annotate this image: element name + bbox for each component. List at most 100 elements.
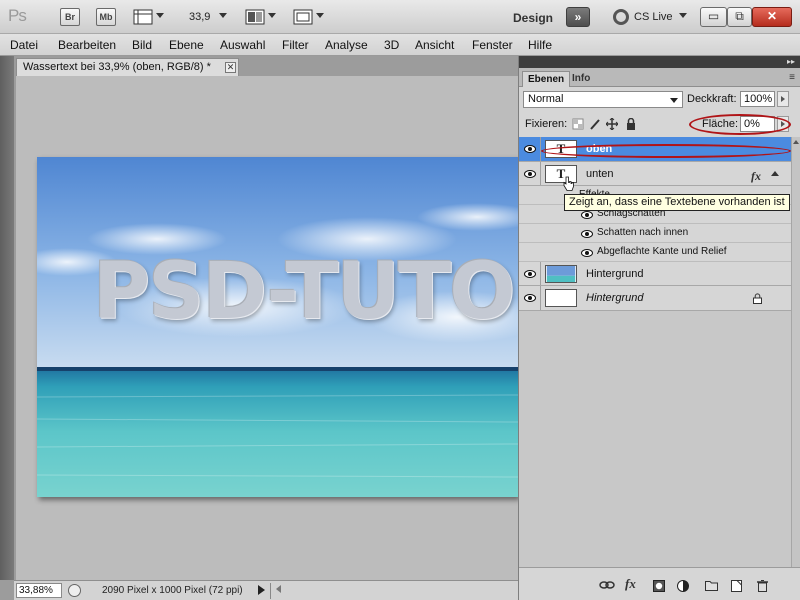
- status-menu-arrow-icon[interactable]: [258, 585, 265, 595]
- cs-live-label[interactable]: CS Live: [634, 11, 673, 23]
- panel-footer: fx: [519, 567, 800, 600]
- scroll-left-icon[interactable]: [276, 585, 281, 593]
- menu-analyse[interactable]: Analyse: [325, 38, 368, 52]
- fx-icon[interactable]: fx: [625, 576, 636, 591]
- chevron-down-icon: [670, 98, 678, 103]
- lock-brush-icon[interactable]: [589, 118, 601, 130]
- status-zoom-field[interactable]: 33,88%: [16, 583, 62, 598]
- chevron-down-icon[interactable]: [156, 13, 164, 18]
- menu-ebene[interactable]: Ebene: [169, 38, 204, 52]
- chevron-down-icon[interactable]: [219, 13, 227, 18]
- eye-icon[interactable]: [524, 170, 536, 178]
- zoom-level[interactable]: 33,9: [189, 11, 210, 23]
- visibility-toggle[interactable]: [519, 286, 541, 310]
- menu-3d[interactable]: 3D: [384, 38, 399, 52]
- chevron-down-icon[interactable]: [268, 13, 276, 18]
- eye-icon[interactable]: [524, 294, 536, 302]
- hand-cursor-icon: [563, 176, 574, 191]
- visibility-toggle[interactable]: [519, 162, 541, 185]
- eye-icon[interactable]: [524, 270, 536, 278]
- mask-icon[interactable]: [653, 580, 665, 593]
- menu-fenster[interactable]: Fenster: [472, 38, 513, 52]
- application-bar: Ps Br Mb 33,9 Design » CS Live ▭ ⧉ ✕: [0, 0, 800, 34]
- layer-row-hintergrund-image[interactable]: Hintergrund: [519, 262, 791, 286]
- photoshop-logo: Ps: [8, 6, 27, 25]
- fx-icon[interactable]: fx: [751, 169, 761, 184]
- eye-icon[interactable]: [581, 211, 593, 219]
- lock-all-icon[interactable]: [625, 118, 637, 130]
- effect-name: Abgeflachte Kante und Relief: [597, 246, 727, 257]
- menu-hilfe[interactable]: Hilfe: [528, 38, 552, 52]
- layer-name[interactable]: unten: [586, 168, 614, 180]
- document-title[interactable]: Wassertext bei 33,9% (oben, RGB/8) *: [23, 61, 211, 73]
- close-icon[interactable]: ✕: [225, 62, 236, 73]
- lock-position-icon[interactable]: [606, 118, 618, 130]
- document-size-info: 2090 Pixel x 1000 Pixel (72 ppi): [102, 585, 243, 596]
- close-button[interactable]: ✕: [752, 7, 792, 27]
- image-layer-thumbnail[interactable]: [545, 265, 577, 283]
- minimize-button[interactable]: ▭: [700, 7, 727, 27]
- panel-header-bar: ▸▸: [519, 56, 800, 68]
- layers-scrollbar[interactable]: [791, 137, 800, 567]
- cs-live-icon[interactable]: [613, 9, 629, 25]
- folder-icon[interactable]: [705, 580, 718, 593]
- layer-name[interactable]: Hintergrund: [586, 268, 643, 280]
- launch-minibridge-button[interactable]: Mb: [96, 8, 116, 26]
- link-icon[interactable]: [599, 580, 615, 593]
- opacity-label: Deckkraft:: [687, 93, 737, 105]
- lock-transparency-icon[interactable]: [572, 118, 584, 130]
- blend-mode-value: Normal: [528, 93, 564, 105]
- visibility-toggle[interactable]: [519, 137, 541, 161]
- panel-menu-icon[interactable]: ≡: [789, 72, 795, 83]
- status-bar: 33,88% 2090 Pixel x 1000 Pixel (72 ppi): [14, 580, 518, 600]
- screen-mode-icon[interactable]: [293, 8, 313, 26]
- blend-mode-select[interactable]: Normal: [523, 91, 683, 108]
- tab-ebenen[interactable]: Ebenen: [522, 71, 571, 87]
- workspace-label[interactable]: Design: [513, 11, 553, 25]
- effect-row[interactable]: Abgeflachte Kante und Relief: [519, 243, 791, 262]
- panel-tab-bar: Ebenen Info ≡: [519, 68, 800, 87]
- menu-filter[interactable]: Filter: [282, 38, 309, 52]
- scroll-up-icon[interactable]: [793, 140, 799, 144]
- eye-icon[interactable]: [581, 230, 593, 238]
- expand-effects-icon[interactable]: [771, 171, 779, 176]
- effect-row[interactable]: Schatten nach innen: [519, 224, 791, 243]
- tab-info[interactable]: Info: [567, 71, 595, 87]
- eye-icon[interactable]: [524, 145, 536, 153]
- view-extras-icon[interactable]: [133, 8, 153, 26]
- restore-button[interactable]: ⧉: [727, 7, 752, 27]
- tooltip: Zeigt an, dass eine Textebene vorhanden …: [564, 194, 790, 211]
- menu-datei[interactable]: Datei: [10, 38, 38, 52]
- workspace-more-button[interactable]: »: [566, 7, 590, 27]
- menu-auswahl[interactable]: Auswahl: [220, 38, 265, 52]
- chevron-down-icon[interactable]: [316, 13, 324, 18]
- fill-highlight-ellipse: [689, 114, 791, 135]
- opacity-slider-toggle[interactable]: [777, 91, 789, 107]
- effect-name: Schatten nach innen: [597, 227, 689, 238]
- new-layer-icon[interactable]: [731, 580, 742, 593]
- trash-icon[interactable]: [757, 580, 768, 593]
- opacity-field[interactable]: 100%: [740, 91, 775, 107]
- layer-highlight-ellipse: [541, 144, 791, 158]
- menu-ansicht[interactable]: Ansicht: [415, 38, 454, 52]
- collapse-panel-icon[interactable]: ▸▸: [787, 57, 795, 66]
- status-info-icon[interactable]: [68, 584, 81, 597]
- adjustment-icon[interactable]: [677, 580, 689, 593]
- chevron-down-icon[interactable]: [679, 13, 687, 18]
- document-tab[interactable]: Wassertext bei 33,9% (oben, RGB/8) * ✕: [16, 58, 239, 76]
- document-canvas[interactable]: PSD-TUTORIALS: [37, 157, 518, 497]
- background-layer-thumbnail[interactable]: [545, 289, 577, 307]
- arrange-documents-icon[interactable]: [245, 8, 265, 26]
- menu-bearbeiten[interactable]: Bearbeiten: [58, 38, 116, 52]
- tools-panel-strip[interactable]: [0, 56, 14, 580]
- eye-icon[interactable]: [581, 249, 593, 257]
- status-divider: [270, 583, 271, 599]
- menu-bild[interactable]: Bild: [132, 38, 152, 52]
- launch-bridge-button[interactable]: Br: [60, 8, 80, 26]
- layer-row-hintergrund-locked[interactable]: Hintergrund: [519, 286, 791, 311]
- visibility-toggle[interactable]: [519, 262, 541, 285]
- layer-row-unten[interactable]: T unten fx: [519, 162, 791, 186]
- layer-name[interactable]: Hintergrund: [586, 292, 643, 304]
- menu-bar: Datei Bearbeiten Bild Ebene Auswahl Filt…: [0, 34, 800, 56]
- lock-icon: [753, 293, 762, 304]
